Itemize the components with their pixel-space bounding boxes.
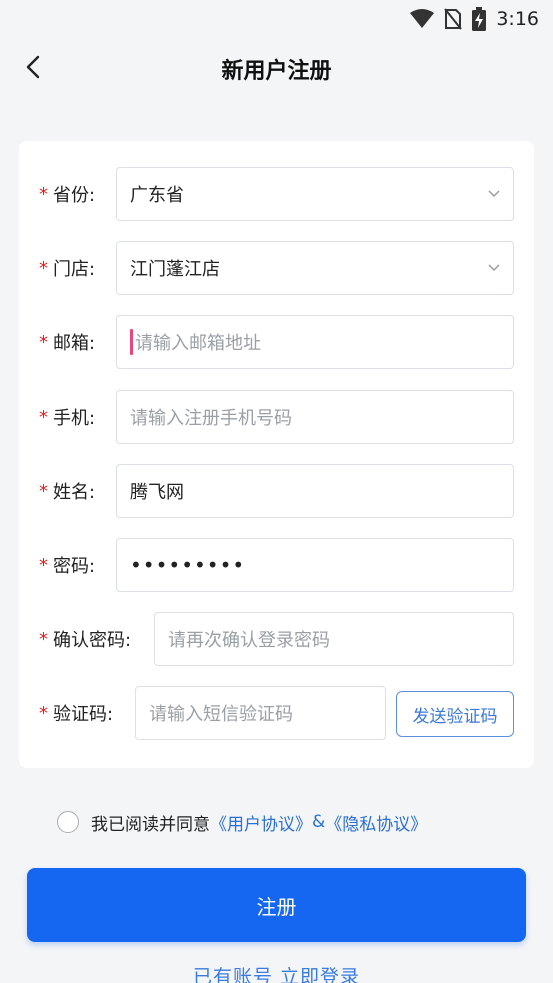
store-label: * 门店: bbox=[39, 257, 96, 281]
store-select[interactable]: 江门蓬江店 bbox=[116, 241, 514, 295]
password-row: * 密码: ••••••••• bbox=[19, 538, 534, 592]
agree-radio[interactable] bbox=[57, 811, 79, 833]
registration-form: * 省份: 广东省 * 门店: 江门蓬江店 * 邮箱: 请输入邮箱地址 * 手机… bbox=[19, 141, 534, 768]
agreement: 我已阅读并同意 《用户协议》 & 《隐私协议》 bbox=[57, 808, 427, 836]
privacy-agreement-link[interactable]: 《隐私协议》 bbox=[325, 810, 427, 835]
required-mark: * bbox=[39, 554, 48, 576]
chevron-left-icon bbox=[25, 55, 41, 83]
name-input[interactable]: 腾飞网 bbox=[116, 464, 514, 518]
confirm-password-label: * 确认密码: bbox=[39, 628, 132, 652]
send-code-button[interactable]: 发送验证码 bbox=[396, 691, 514, 737]
status-time: 3:16 bbox=[496, 8, 539, 30]
phone-label: * 手机: bbox=[39, 406, 96, 430]
back-button[interactable] bbox=[16, 52, 50, 86]
required-mark: * bbox=[39, 480, 48, 502]
email-input[interactable]: 请输入邮箱地址 bbox=[116, 315, 514, 369]
text-cursor bbox=[130, 329, 133, 355]
register-button[interactable]: 注册 bbox=[27, 868, 526, 942]
required-mark: * bbox=[39, 406, 48, 428]
phone-input[interactable]: 请输入注册手机号码 bbox=[116, 390, 514, 444]
page-title: 新用户注册 bbox=[221, 59, 332, 84]
required-mark: * bbox=[39, 257, 48, 279]
required-mark: * bbox=[39, 702, 48, 724]
confirm-password-row: * 确认密码: 请再次确认登录密码 bbox=[19, 612, 534, 666]
confirm-password-input[interactable]: 请再次确认登录密码 bbox=[154, 612, 514, 666]
chevron-down-icon bbox=[487, 261, 501, 275]
agreement-amp: & bbox=[312, 812, 326, 832]
required-mark: * bbox=[39, 331, 48, 353]
required-mark: * bbox=[39, 183, 48, 205]
login-link[interactable]: 已有账号 立即登录 bbox=[0, 962, 553, 983]
phone-row: * 手机: 请输入注册手机号码 bbox=[19, 390, 534, 444]
verify-code-input[interactable]: 请输入短信验证码 bbox=[135, 686, 386, 740]
verify-code-label: * 验证码: bbox=[39, 702, 114, 726]
password-label: * 密码: bbox=[39, 554, 96, 578]
agreement-text: 我已阅读并同意 bbox=[91, 814, 210, 835]
name-label: * 姓名: bbox=[39, 480, 96, 504]
store-row: * 门店: 江门蓬江店 bbox=[19, 241, 534, 295]
password-input[interactable]: ••••••••• bbox=[116, 538, 514, 592]
wifi-icon bbox=[410, 9, 435, 29]
status-bar: 3:16 bbox=[0, 0, 553, 38]
battery-charging-icon bbox=[472, 7, 487, 31]
email-row: * 邮箱: 请输入邮箱地址 bbox=[19, 315, 534, 369]
user-agreement-link[interactable]: 《用户协议》 bbox=[210, 810, 312, 835]
no-sim-icon bbox=[444, 8, 463, 30]
required-mark: * bbox=[39, 628, 48, 650]
email-label: * 邮箱: bbox=[39, 331, 96, 355]
chevron-down-icon bbox=[487, 187, 501, 201]
province-row: * 省份: 广东省 bbox=[19, 167, 534, 221]
province-select[interactable]: 广东省 bbox=[116, 167, 514, 221]
name-row: * 姓名: 腾飞网 bbox=[19, 464, 534, 518]
province-label: * 省份: bbox=[39, 183, 96, 207]
nav-bar: 新用户注册 bbox=[0, 38, 553, 100]
verify-code-row: * 验证码: 请输入短信验证码 发送验证码 bbox=[19, 686, 534, 740]
